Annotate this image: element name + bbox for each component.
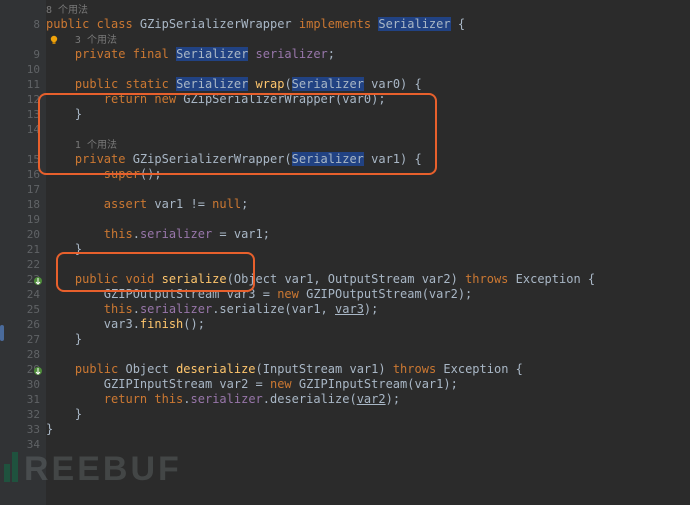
usages-hint[interactable]: 8 个用法: [46, 5, 88, 16]
code-line[interactable]: private final Serializer serializer;: [46, 47, 690, 62]
line-number: 25: [0, 302, 46, 317]
scroll-mark: [0, 325, 4, 341]
code-line[interactable]: }: [46, 407, 690, 422]
line-number: 12: [0, 92, 46, 107]
line-number: 17: [0, 182, 46, 197]
line-number: 21: [0, 242, 46, 257]
code-editor[interactable]: 8 9 10 11 12 13 14 15 16 17 18 19 20 21 …: [0, 0, 690, 505]
line-number: 27: [0, 332, 46, 347]
line-number: 31: [0, 392, 46, 407]
usages-hint[interactable]: 1 个用法: [75, 140, 117, 151]
watermark-text: REEBUF: [24, 450, 182, 488]
line-number: 9: [0, 47, 46, 62]
line-number: 32: [0, 407, 46, 422]
line-number: 22: [0, 257, 46, 272]
override-marker-icon[interactable]: [33, 366, 43, 376]
line-number: 15: [0, 152, 46, 167]
line-number: 19: [0, 212, 46, 227]
line-number-gutter: 8 9 10 11 12 13 14 15 16 17 18 19 20 21 …: [0, 0, 46, 505]
line-number: 16: [0, 167, 46, 182]
code-line[interactable]: this.serializer = var1;: [46, 227, 690, 242]
line-number: 8: [0, 17, 46, 32]
code-line[interactable]: private GZipSerializerWrapper(Serializer…: [46, 152, 690, 167]
code-line[interactable]: GZIPOutputStream var3 = new GZIPOutputSt…: [46, 287, 690, 302]
line-number: 30: [0, 377, 46, 392]
line-number: [0, 2, 46, 17]
code-line[interactable]: }: [46, 107, 690, 122]
code-line[interactable]: }: [46, 422, 690, 437]
code-line[interactable]: public class GZipSerializerWrapper imple…: [46, 17, 690, 32]
code-line[interactable]: }: [46, 242, 690, 257]
line-number: 34: [0, 437, 46, 452]
code-line[interactable]: this.serializer.serialize(var1, var3);: [46, 302, 690, 317]
line-number: [0, 137, 46, 152]
line-number: 14: [0, 122, 46, 137]
code-line[interactable]: return new GZipSerializerWrapper(var0);: [46, 92, 690, 107]
line-number: 10: [0, 62, 46, 77]
line-number: 28: [0, 347, 46, 362]
code-line[interactable]: public void serialize(Object var1, Outpu…: [46, 272, 690, 287]
code-line[interactable]: }: [46, 332, 690, 347]
code-line[interactable]: public Object deserialize(InputStream va…: [46, 362, 690, 377]
line-number: 24: [0, 287, 46, 302]
code-area[interactable]: 8 个用法 public class GZipSerializerWrapper…: [46, 0, 690, 452]
line-number: 26: [0, 317, 46, 332]
code-line[interactable]: super();: [46, 167, 690, 182]
line-number: 33: [0, 422, 46, 437]
code-line[interactable]: GZIPInputStream var2 = new GZIPInputStre…: [46, 377, 690, 392]
line-number: [0, 32, 46, 47]
code-line[interactable]: assert var1 != null;: [46, 197, 690, 212]
line-number: 13: [0, 107, 46, 122]
usages-hint[interactable]: 3 个用法: [75, 35, 117, 46]
code-line[interactable]: public static Serializer wrap(Serializer…: [46, 77, 690, 92]
line-number: 11: [0, 77, 46, 92]
code-line[interactable]: var3.finish();: [46, 317, 690, 332]
code-line[interactable]: return this.serializer.deserialize(var2)…: [46, 392, 690, 407]
line-number: 18: [0, 197, 46, 212]
line-number: 20: [0, 227, 46, 242]
override-marker-icon[interactable]: [33, 276, 43, 286]
